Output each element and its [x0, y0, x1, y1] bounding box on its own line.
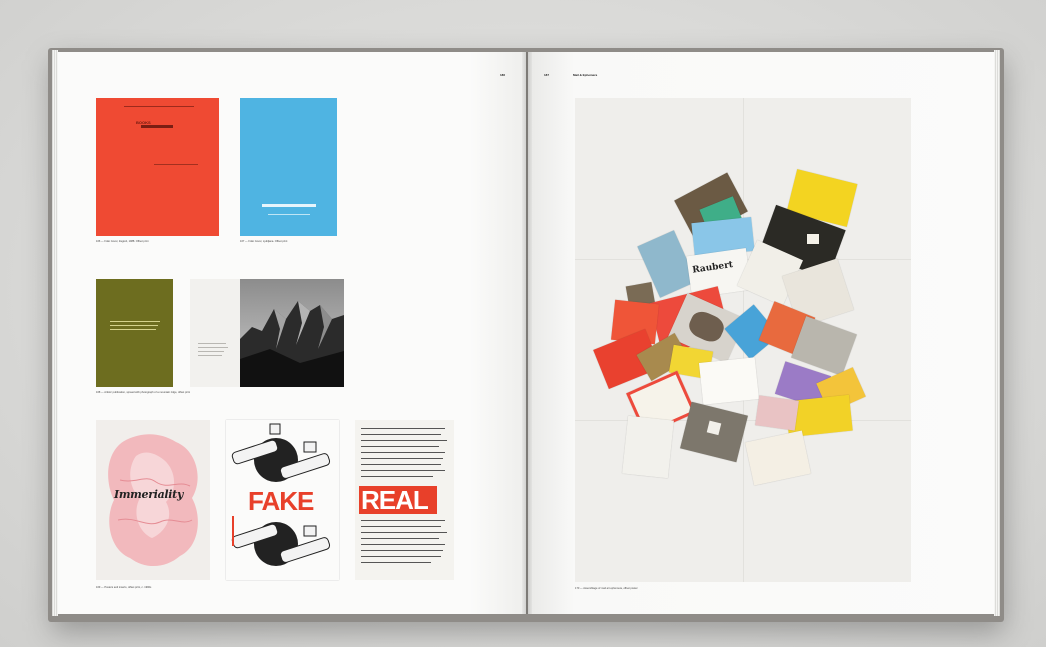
collage-card	[745, 430, 811, 486]
caption-168: 168 — Artists' publication, spread with …	[96, 391, 191, 394]
cover-title-bar	[141, 125, 173, 128]
cover-rule	[124, 106, 194, 107]
caption-166: 166 — Folio Cover, Zagreb, 1988. Offset …	[96, 240, 149, 243]
running-head: Mail & Ephemera	[573, 73, 598, 77]
text-line	[361, 440, 447, 441]
cover-rule	[268, 214, 310, 215]
collage-card	[755, 395, 799, 431]
text-line	[361, 428, 445, 429]
cover-title-bar	[262, 204, 316, 207]
text-line	[361, 556, 441, 557]
fake-word: FAKE	[248, 486, 314, 516]
text-line	[361, 544, 445, 545]
text-line	[198, 343, 226, 344]
fake-poster-image: FAKE	[226, 420, 339, 580]
collage-card-label: Raubert	[691, 260, 734, 276]
text-line	[361, 434, 441, 435]
collage-card	[622, 415, 674, 479]
right-folio: 187	[544, 73, 550, 77]
real-word: REAL	[361, 485, 429, 515]
text-line	[361, 562, 431, 563]
cover-text-line	[110, 329, 156, 330]
text-line	[361, 550, 443, 551]
collage-card	[680, 401, 748, 463]
text-line	[361, 464, 441, 465]
text-line	[361, 470, 445, 471]
caption-169: 169 — Posters and inserts, offset print,…	[96, 586, 152, 589]
spread-text-page	[190, 279, 240, 387]
real-poster-image: REAL	[355, 420, 454, 580]
mountain-photo	[240, 279, 344, 387]
text-line	[361, 526, 441, 527]
left-folio: 186	[500, 73, 506, 77]
text-line	[361, 458, 443, 459]
pink-poster-image: Immeriality	[96, 420, 210, 580]
text-line	[361, 476, 433, 477]
blue-cover-image	[240, 98, 337, 236]
cover-text-line	[110, 325, 158, 326]
red-cover-title: BOOKS	[136, 120, 151, 125]
collage-card	[698, 357, 760, 405]
text-line	[198, 351, 224, 352]
cover-text-line	[110, 321, 160, 322]
text-line	[361, 538, 439, 539]
collage-poster: Raubert	[575, 98, 911, 582]
collage-card	[807, 234, 819, 244]
olive-cover-image	[96, 279, 173, 387]
red-cover-image: BOOKS	[96, 98, 219, 236]
caption-167: 167 — Folio Cover, Ljubljana. Offset pri…	[240, 240, 288, 243]
pink-poster-word: Immeriality	[114, 488, 184, 501]
text-line	[361, 452, 445, 453]
cover-rule	[154, 164, 198, 165]
mountain-illustration	[240, 279, 344, 387]
caption-170: 170 — Assemblage of mail art ephemera, o…	[575, 587, 638, 590]
photo-figure	[685, 307, 728, 346]
text-line	[361, 446, 439, 447]
text-line	[198, 355, 222, 356]
card-inset	[706, 420, 722, 436]
book-gutter	[522, 52, 532, 614]
text-line	[361, 532, 447, 533]
text-line	[198, 347, 228, 348]
page-edges-right	[994, 50, 1000, 616]
text-line	[361, 520, 445, 521]
